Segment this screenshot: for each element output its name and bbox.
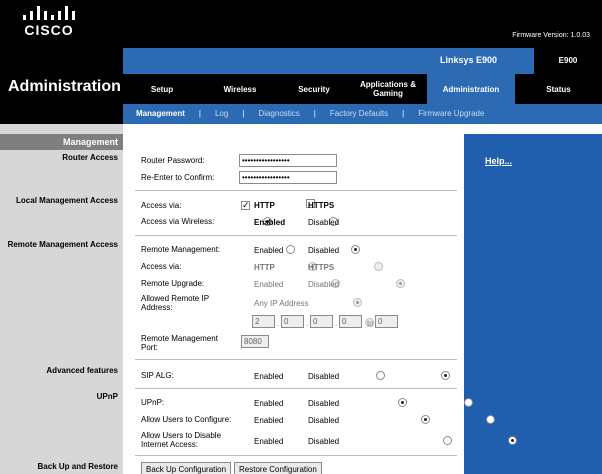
upnp-label: UPnP: [141,398,165,407]
cisco-logo-bars-icon [22,4,76,20]
sip-alg-disabled-label: Disabled [308,372,340,381]
ip-octet-3[interactable]: 0 [310,315,333,328]
sip-alg-enabled-radio[interactable] [375,371,385,380]
upnp-disabled-label: Disabled [308,399,340,408]
tab-administration[interactable]: Administration [427,74,515,104]
label-router-access: Router Access [62,153,118,162]
ip-dot: . [277,319,280,328]
sub-navigation: Management | Log | Diagnostics | Factory… [123,104,602,124]
remote-https-radio[interactable] [373,262,383,271]
subnav-firmware-upgrade[interactable]: Firmware Upgrade [418,109,484,118]
remote-management-port-label: Remote Management Port: [141,334,218,352]
divider [135,190,457,191]
remote-management-port-field[interactable]: 8080 [241,335,269,348]
https-option-label: HTTPS [308,201,335,210]
allow-configure-label: Allow Users to Configure: [141,415,232,424]
ip-dot: . [335,319,338,328]
label-upnp-section: UPnP [96,392,118,401]
label-remote-management-access: Remote Management Access [7,240,118,249]
header-bar [0,0,602,48]
remote-access-via-label: Access via: [141,262,182,271]
upnp-enabled-label: Enabled [254,399,284,408]
sip-alg-disabled-radio[interactable] [441,371,451,380]
remote-management-disabled-label: Disabled [308,246,340,255]
remote-management-enabled-label: Enabled [254,246,284,255]
allow-configure-disabled-label: Disabled [308,416,340,425]
subnav-diagnostics[interactable]: Diagnostics [258,109,299,118]
remote-https-label: HTTPS [308,263,335,272]
help-link[interactable]: Help... [485,156,512,166]
remote-http-label: HTTP [254,263,275,272]
label-local-management-access: Local Management Access [16,196,118,205]
firmware-version: Firmware Version: 1.0.03 [512,32,590,39]
allow-disable-internet-label: Allow Users to Disable Internet Access: [141,431,222,449]
allow-disable-enabled-label: Enabled [254,437,284,446]
page-title: Administration [8,78,121,95]
product-name: Linksys E900 [440,55,498,65]
sip-alg-label: SIP ALG: [141,371,174,380]
local-access-via-label: Access via: [141,201,182,210]
sip-alg-enabled-label: Enabled [254,372,284,381]
tab-status[interactable]: Status [515,74,602,104]
allowed-remote-ip-label: Allowed Remote IP Address: [141,294,209,312]
label-advanced-features: Advanced features [46,366,118,375]
ip-octet-2[interactable]: 0 [281,315,304,328]
model-code: E900 [558,56,578,65]
allow-disable-disabled-label: Disabled [308,437,340,446]
restore-configuration-button[interactable]: Restore Configuration [234,462,322,474]
router-password-field[interactable]: ••••••••••••••••• [239,154,337,167]
allow-configure-disabled-radio[interactable] [485,415,495,424]
remote-upgrade-enabled-label: Enabled [254,280,284,289]
router-password-label: Router Password: [141,156,205,165]
wireless-access-enabled-label: Enabled [254,218,286,227]
main-tabs: Setup Wireless Security Applications & G… [123,74,602,104]
allow-configure-enabled-label: Enabled [254,416,284,425]
ip-end-octet[interactable]: 0 [375,315,398,328]
product-band [123,48,602,74]
ip-octet-1[interactable]: 2 [252,315,275,328]
tab-applications-gaming[interactable]: Applications & Gaming [349,74,427,104]
tab-wireless[interactable]: Wireless [201,74,279,104]
remote-upgrade-disabled-label: Disabled [308,280,340,289]
backup-configuration-button[interactable]: Back Up Configuration [141,462,232,474]
label-back-up-and-restore: Back Up and Restore [37,462,118,471]
wireless-access-label: Access via Wireless: [141,217,215,226]
cisco-logo: CISCO [22,4,76,38]
subnav-factory-defaults[interactable]: Factory Defaults [330,109,388,118]
ip-dot: . [306,319,309,328]
remote-management-enabled-radio[interactable] [285,245,295,254]
allow-configure-enabled-radio[interactable] [420,415,430,424]
subnav-separator: | [313,109,316,118]
section-title: Management [62,137,118,147]
subnav-management[interactable]: Management [136,109,185,118]
remote-management-label: Remote Management: [141,245,221,254]
subnav-separator: | [242,109,245,118]
divider [135,388,457,389]
cisco-logo-text: CISCO [24,22,74,38]
http-option-label: HTTP [254,201,275,210]
upnp-disabled-radio[interactable] [463,398,473,407]
wireless-access-disabled-label: Disabled [308,218,340,227]
http-checkbox[interactable]: ✓ [241,201,250,210]
help-panel [464,134,602,474]
subnav-log[interactable]: Log [215,109,228,118]
ip-octet-4[interactable]: 0 [339,315,362,328]
divider [135,235,457,236]
tab-setup[interactable]: Setup [123,74,201,104]
subnav-separator: | [198,109,201,118]
divider [135,359,457,360]
ip-to-label: to [367,319,374,328]
any-ip-label: Any IP Address [254,299,309,308]
divider [135,455,457,456]
subnav-separator: | [402,109,405,118]
confirm-password-label: Re-Enter to Confirm: [141,173,215,182]
confirm-password-field[interactable]: ••••••••••••••••• [239,171,337,184]
remote-upgrade-label: Remote Upgrade: [141,279,205,288]
tab-security[interactable]: Security [279,74,349,104]
